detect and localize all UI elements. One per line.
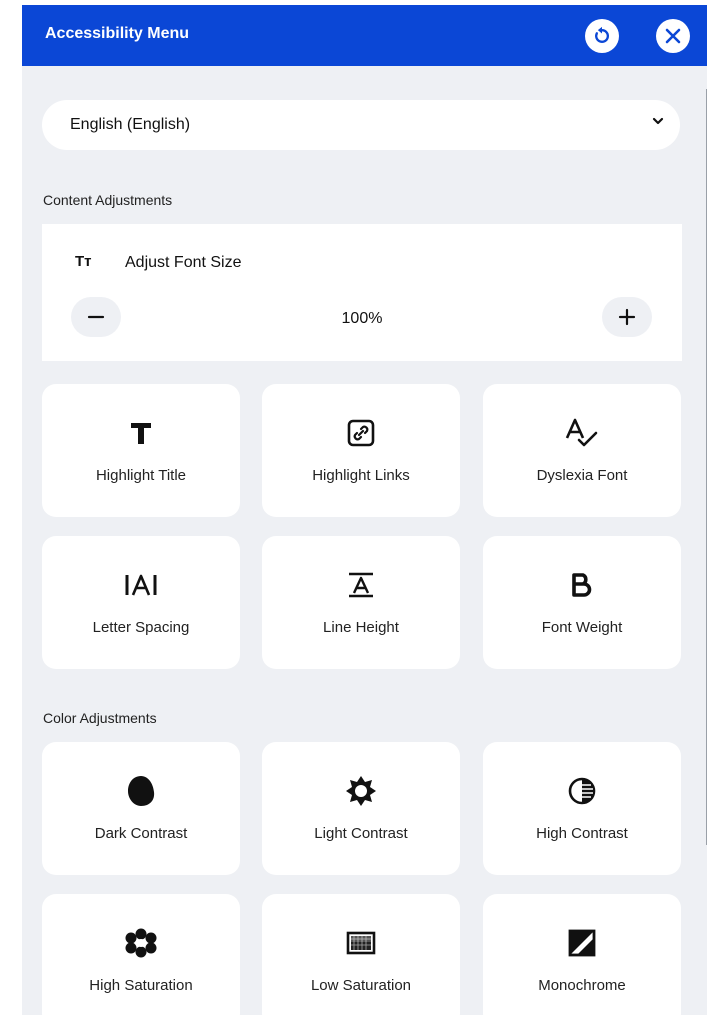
accessibility-panel: Accessibility Menu English (English) Con… [22,5,707,1015]
card-label: Font Weight [541,619,623,636]
card-label: Letter Spacing [92,619,190,636]
sun-icon [346,776,376,806]
close-button[interactable] [656,19,690,53]
font-size-label: Adjust Font Size [125,254,242,271]
card-label: High Contrast [536,825,628,842]
letter-spacing-card[interactable]: Letter Spacing [42,536,240,669]
dark-contrast-card[interactable]: Dark Contrast [42,742,240,875]
high-saturation-card[interactable]: High Saturation [42,894,240,1015]
monochrome-card[interactable]: Monochrome [483,894,681,1015]
monochrome-icon [568,929,596,957]
increase-font-button[interactable] [602,297,652,337]
close-icon [665,28,681,44]
chevron-down-icon [652,117,664,125]
font-size-value: 100% [341,310,383,327]
dyslexia-font-icon [565,418,598,447]
low-saturation-icon [346,931,376,955]
font-weight-card[interactable]: Font Weight [483,536,681,669]
card-label: Low Saturation [310,977,412,994]
title-icon [131,423,151,444]
reset-icon [595,26,610,43]
light-contrast-card[interactable]: Light Contrast [262,742,460,875]
card-label: Monochrome [538,977,626,994]
dyslexia-font-card[interactable]: Dyslexia Font [483,384,681,517]
language-value: English (English) [70,116,191,133]
header: Accessibility Menu [22,5,707,66]
reset-button[interactable] [585,19,619,53]
card-label: Highlight Title [95,467,187,484]
card-label: Dark Contrast [94,825,188,842]
card-label: Line Height [323,619,399,636]
font-size-control: Tт Adjust Font Size 100% [42,224,682,361]
language-select[interactable]: English (English) [42,100,680,150]
card-label: Dyslexia Font [536,467,628,484]
card-label: Light Contrast [314,825,408,842]
line-height-icon [349,572,373,598]
bold-icon [572,573,592,597]
letter-spacing-icon [125,574,157,596]
dark-contrast-icon [128,776,155,806]
section-label-content: Content Adjustments [43,192,173,208]
page-title: Accessibility Menu [45,25,190,42]
line-height-card[interactable]: Line Height [262,536,460,669]
card-label: High Saturation [89,977,193,994]
plus-icon [618,308,636,326]
highlight-title-card[interactable]: Highlight Title [42,384,240,517]
high-contrast-icon [568,777,596,805]
flower-icon [125,928,157,958]
low-saturation-card[interactable]: Low Saturation [262,894,460,1015]
text-size-icon: Tт [75,253,92,270]
high-contrast-card[interactable]: High Contrast [483,742,681,875]
card-label: Highlight Links [312,467,410,484]
link-icon [347,419,375,447]
section-label-color: Color Adjustments [43,710,157,726]
highlight-links-card[interactable]: Highlight Links [262,384,460,517]
